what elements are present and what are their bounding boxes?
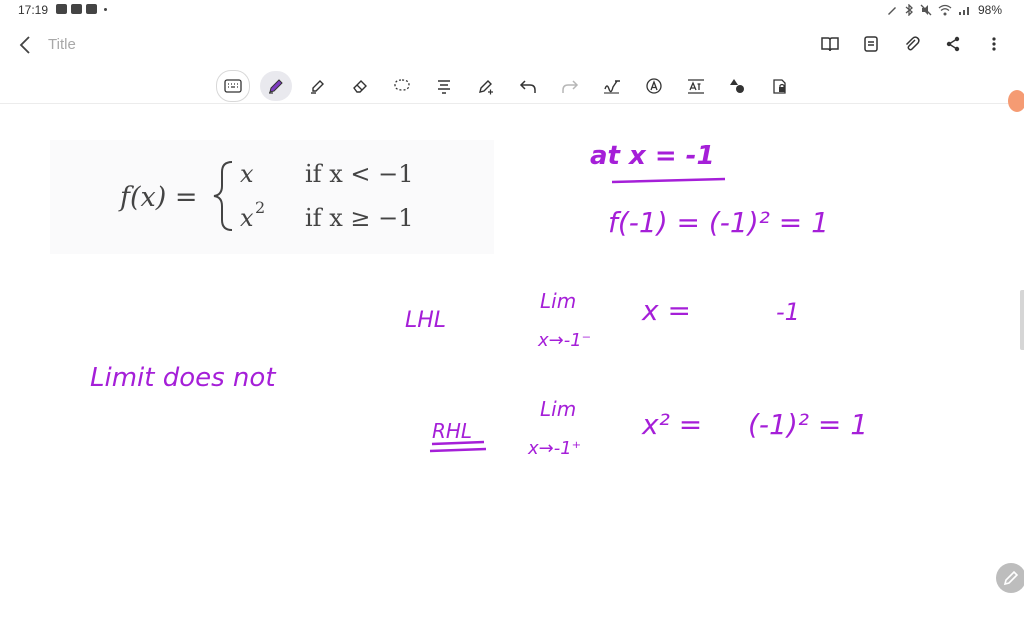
ink-rhl-sub: x→-1⁺ <box>527 438 581 459</box>
lasso-icon <box>394 79 410 91</box>
ink-lhl-expr: x = <box>641 294 691 327</box>
pen-icon <box>269 79 283 94</box>
battery-level: 98% <box>977 3 1002 17</box>
keyboard-icon <box>224 79 242 93</box>
handwriting-text-icon <box>604 80 620 94</box>
ink-rhl-lim: Lim <box>540 397 576 421</box>
side-panel-handle[interactable] <box>1020 290 1024 350</box>
lock-icon <box>773 79 786 94</box>
drawing-toolbar <box>216 70 796 102</box>
ink-rhl-label: RHL <box>432 419 472 443</box>
mute-icon <box>920 4 932 16</box>
handwritten-notes: at x = -1 f(-1) = (-1)² = 1 LHL Lim x→-1… <box>90 141 868 459</box>
status-left-icons <box>56 4 107 14</box>
undo-button[interactable] <box>512 71 544 101</box>
lock-tool[interactable] <box>764 71 796 101</box>
status-time: 17:19 <box>18 3 49 17</box>
signal-icon <box>958 7 969 15</box>
attach-icon <box>905 36 920 51</box>
eraser-icon <box>353 80 367 93</box>
lasso-tool[interactable] <box>386 71 418 101</box>
highlighter-icon <box>311 80 324 94</box>
ink-f-value: f(-1) = (-1)² = 1 <box>608 206 829 239</box>
page-icon <box>864 36 878 52</box>
ink-at-x: at x = -1 <box>590 141 715 171</box>
redo-button[interactable] <box>554 71 586 101</box>
notification-dot-icon <box>104 7 107 11</box>
redo-icon <box>562 80 579 93</box>
ink-rhl-expr: x² = <box>641 408 702 441</box>
ink-underline <box>611 177 726 184</box>
handwriting-to-text-tool[interactable] <box>596 71 628 101</box>
note-canvas[interactable]: f(x) = x if x < −1 x 2 if x ≥ −1 at x = … <box>0 104 1024 640</box>
ink-rhl-underline <box>429 440 487 453</box>
text-align-tool[interactable] <box>428 71 460 101</box>
chevron-left-icon <box>19 36 30 54</box>
back-button[interactable] <box>12 32 40 58</box>
attach-button[interactable] <box>900 32 924 56</box>
edit-fab-button[interactable] <box>996 563 1024 593</box>
youtube-icon <box>71 4 82 14</box>
text-style-tool[interactable] <box>638 71 670 101</box>
more-options-button[interactable] <box>982 32 1006 56</box>
pencil-icon <box>1003 570 1019 586</box>
undo-icon <box>519 80 536 93</box>
pen-settings-icon <box>479 80 493 95</box>
book-icon <box>821 37 839 52</box>
ink-rhl-value: (-1)² = 1 <box>748 408 868 441</box>
shapes-icon <box>730 79 744 93</box>
share-icon <box>946 36 960 52</box>
share-button[interactable] <box>941 32 965 56</box>
app-header: Title <box>0 22 1024 66</box>
ink-lhl-lim: Lim <box>540 289 576 313</box>
text-format-icon <box>688 79 704 94</box>
text-format-tool[interactable] <box>680 71 712 101</box>
status-right: 98% <box>886 3 1002 17</box>
page-view-button[interactable] <box>859 32 883 56</box>
highlighter-tool[interactable] <box>302 71 334 101</box>
text-style-icon <box>646 78 662 94</box>
ink-lhl-sub: x→-1⁻ <box>537 330 591 351</box>
ink-note: Limit does not <box>90 363 276 393</box>
wifi-icon <box>938 4 952 16</box>
shapes-tool[interactable] <box>722 71 754 101</box>
pen-settings-tool[interactable] <box>470 71 502 101</box>
header-actions <box>818 32 1006 56</box>
more-vert-icon <box>992 37 996 51</box>
document-title[interactable]: Title <box>48 36 76 53</box>
text-align-icon <box>438 80 450 94</box>
eraser-tool[interactable] <box>344 71 376 101</box>
gallery-icon <box>56 4 67 14</box>
floating-bubble[interactable] <box>1008 90 1024 112</box>
video-icon <box>86 4 97 14</box>
reading-mode-button[interactable] <box>818 32 842 56</box>
bluetooth-icon <box>905 4 913 16</box>
status-bar: 17:19 98% <box>0 0 1024 22</box>
pen-icon <box>887 7 896 15</box>
ink-lhl-label: LHL <box>405 308 446 333</box>
keyboard-tool[interactable] <box>216 70 250 102</box>
pen-tool[interactable] <box>260 71 292 101</box>
ink-lhl-value: -1 <box>776 298 800 326</box>
